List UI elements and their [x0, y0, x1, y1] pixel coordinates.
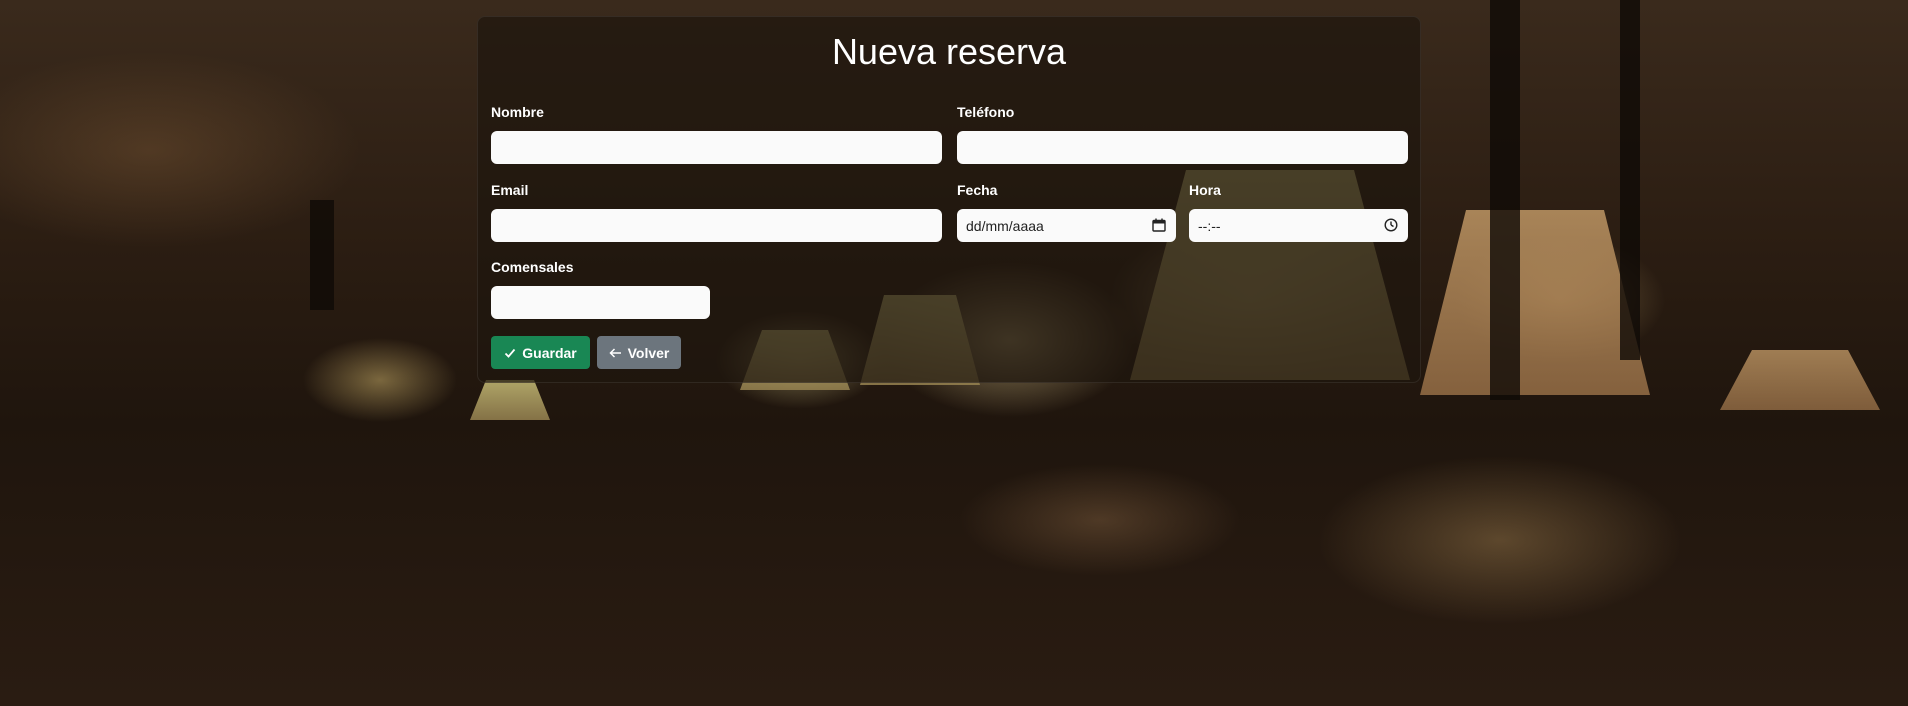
back-button[interactable]: Volver	[597, 336, 681, 369]
arrow-left-icon	[609, 347, 621, 358]
nombre-label: Nombre	[491, 104, 544, 120]
save-button-label: Guardar	[522, 344, 577, 361]
reservation-form-panel: Nueva reserva Nombre Teléfono Email Fech…	[477, 16, 1421, 383]
comensales-label: Comensales	[491, 259, 574, 275]
fecha-label: Fecha	[957, 182, 998, 198]
check-icon	[505, 348, 516, 358]
hora-time-input[interactable]: --:--	[1189, 209, 1408, 242]
email-label: Email	[491, 182, 529, 198]
comensales-input[interactable]	[491, 286, 710, 319]
pillar	[1490, 0, 1520, 400]
telefono-label: Teléfono	[957, 104, 1015, 120]
email-input[interactable]	[491, 209, 942, 242]
telefono-input[interactable]	[957, 131, 1408, 164]
hora-label: Hora	[1189, 182, 1221, 198]
fecha-date-input[interactable]: dd/mm/aaaa	[957, 209, 1176, 242]
nombre-input[interactable]	[491, 131, 942, 164]
save-button[interactable]: Guardar	[491, 336, 590, 369]
lamp-shade	[470, 380, 550, 420]
clock-icon[interactable]	[1384, 218, 1398, 232]
back-button-label: Volver	[627, 344, 670, 361]
hora-placeholder: --:--	[1198, 218, 1221, 234]
calendar-icon[interactable]	[1152, 218, 1166, 232]
lamp-shade	[1720, 350, 1880, 410]
fecha-placeholder: dd/mm/aaaa	[966, 218, 1044, 234]
lamp-shade	[1420, 210, 1650, 395]
pillar	[1620, 0, 1640, 360]
page-title: Nueva reserva	[831, 31, 1067, 72]
pillar	[310, 200, 334, 310]
